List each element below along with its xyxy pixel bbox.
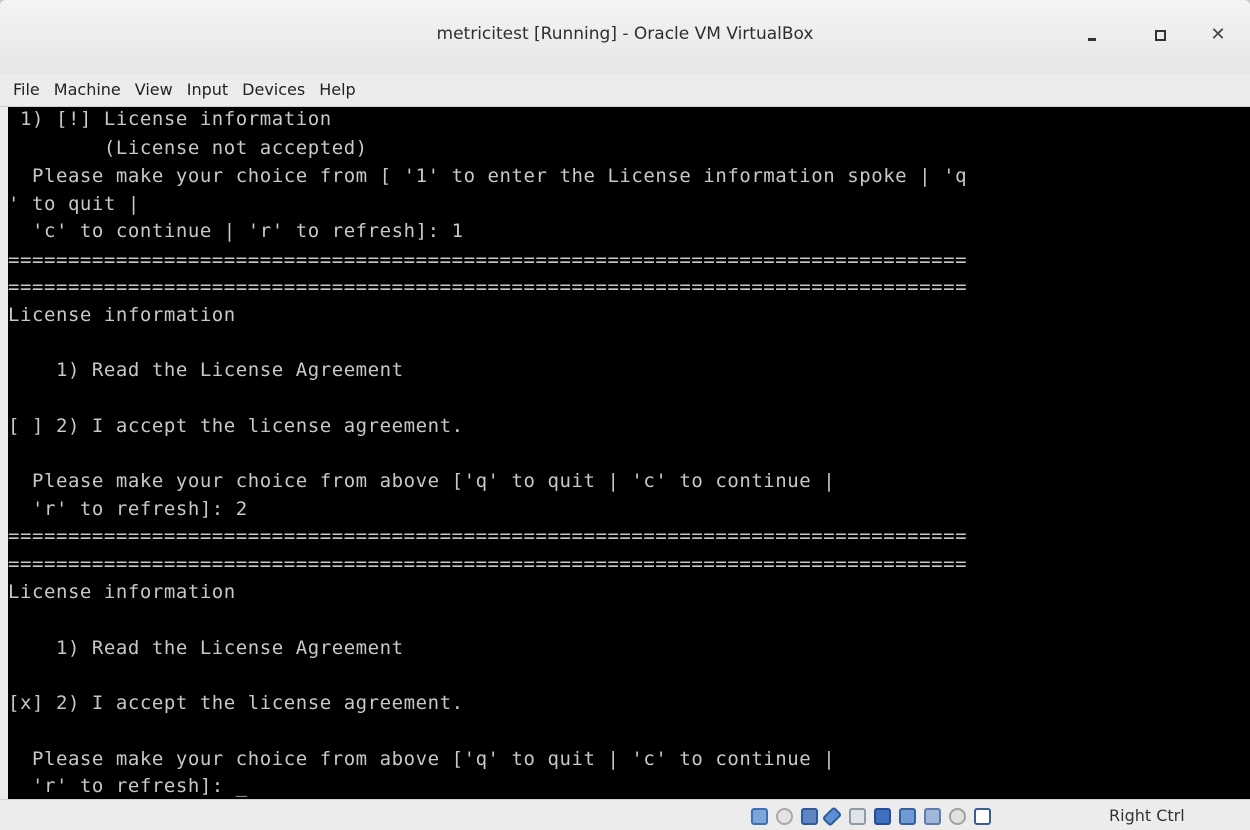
- video-capture-icon[interactable]: [924, 808, 941, 825]
- console-line: [x] 2) I accept the license agreement.: [8, 692, 464, 714]
- menu-devices[interactable]: Devices: [235, 78, 312, 102]
- console-line: [ ] 2) I accept the license agreement.: [8, 415, 464, 437]
- usb-icon[interactable]: [849, 808, 866, 825]
- menu-input[interactable]: Input: [180, 78, 235, 102]
- close-icon[interactable]: ✕: [1203, 22, 1233, 48]
- virtualbox-window: metricitest [Running] - Oracle VM Virtua…: [0, 0, 1250, 830]
- mouse-integration-icon[interactable]: [949, 808, 966, 825]
- network-icon[interactable]: [821, 806, 843, 827]
- minimize-icon[interactable]: [1077, 22, 1107, 48]
- menu-help[interactable]: Help: [312, 78, 362, 102]
- optical-drive-icon[interactable]: [776, 808, 793, 825]
- console-line: License information: [8, 581, 236, 603]
- shared-folders-icon[interactable]: [874, 808, 891, 825]
- console-line: Please make your choice from above ['q' …: [8, 470, 836, 492]
- menu-bar: File Machine View Input Devices Help: [0, 74, 1250, 107]
- console-separator: ========================================…: [8, 276, 968, 298]
- console-line: 'c' to continue | 'r' to refresh]: 1: [8, 220, 464, 242]
- console-separator: ========================================…: [8, 525, 968, 547]
- console-line: (License not accepted): [8, 137, 368, 159]
- menu-view[interactable]: View: [128, 78, 180, 102]
- console-line: 1) Read the License Agreement: [8, 637, 404, 659]
- audio-icon[interactable]: [801, 808, 818, 825]
- console-separator: ========================================…: [8, 553, 968, 575]
- console-line: 1) Read the License Agreement: [8, 359, 404, 381]
- menu-machine[interactable]: Machine: [47, 78, 128, 102]
- console-line: Please make your choice from above ['q' …: [8, 748, 836, 770]
- vm-console[interactable]: 1) [!] License information (License not …: [8, 107, 1250, 799]
- console-line: 'r' to refresh]: 2: [8, 498, 248, 520]
- menu-file[interactable]: File: [6, 78, 47, 102]
- title-bar[interactable]: metricitest [Running] - Oracle VM Virtua…: [0, 0, 1250, 74]
- console-line: Please make your choice from [ '1' to en…: [8, 165, 968, 187]
- keyboard-capture-icon[interactable]: [974, 808, 991, 825]
- host-key-label[interactable]: Right Ctrl: [1109, 806, 1185, 825]
- console-line: 1) [!] License information: [8, 108, 332, 130]
- hard-disk-icon[interactable]: [751, 808, 768, 825]
- console-separator: ========================================…: [8, 249, 968, 271]
- console-line: License information: [8, 304, 236, 326]
- window-title: metricitest [Running] - Oracle VM Virtua…: [436, 24, 814, 44]
- maximize-icon[interactable]: [1145, 22, 1175, 48]
- display-icon[interactable]: [899, 808, 916, 825]
- console-prompt: 'r' to refresh]: _: [8, 775, 248, 797]
- status-bar: Right Ctrl: [0, 799, 1250, 830]
- console-line: ' to quit |: [8, 193, 140, 215]
